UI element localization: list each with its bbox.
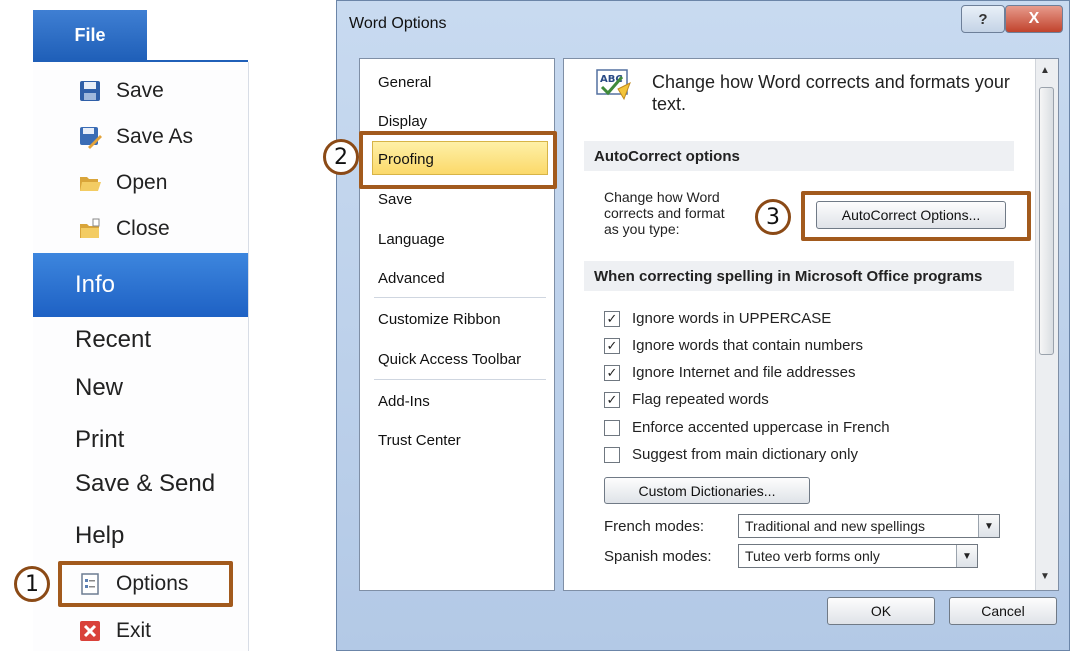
menu-close-label: Close (116, 217, 170, 240)
checkbox-ignore-numbers[interactable]: ✓ Ignore words that contain numbers (604, 337, 863, 354)
chevron-down-icon[interactable]: ▼ (956, 545, 977, 567)
exit-icon (80, 621, 100, 641)
proofing-header-text: Change how Word corrects and formats you… (652, 72, 1010, 114)
menu-open[interactable]: Open (33, 166, 248, 200)
checkbox-label: Ignore words in UPPERCASE (632, 310, 832, 327)
nav-separator (374, 379, 546, 380)
custom-dictionaries-button[interactable]: Custom Dictionaries... (604, 477, 810, 504)
step-3-marker: 3 (755, 199, 791, 235)
spanish-modes-value: Tuteo verb forms only (745, 548, 880, 564)
checkbox-label: Ignore words that contain numbers (632, 337, 863, 354)
scrollbar-thumb[interactable] (1039, 87, 1054, 355)
nav-customize-ribbon[interactable]: Customize Ribbon (378, 311, 501, 328)
checkbox[interactable] (604, 419, 620, 436)
spanish-modes-row: Spanish modes: Tuteo verb forms only ▼ (604, 544, 978, 568)
checkbox-main-dictionary[interactable]: Suggest from main dictionary only (604, 446, 858, 463)
french-modes-select[interactable]: Traditional and new spellings ▼ (738, 514, 1000, 538)
step-3-highlight (801, 191, 1031, 241)
nav-language[interactable]: Language (378, 231, 445, 248)
save-as-icon (80, 127, 102, 149)
word-options-dialog: Word Options ? X General Display Proofin… (323, 0, 1070, 651)
menu-help[interactable]: Help (33, 518, 248, 554)
menu-save-as-label: Save As (116, 125, 194, 148)
autocorrect-description: Change how Word corrects and format as y… (604, 189, 764, 237)
spanish-modes-label: Spanish modes: (604, 547, 712, 565)
checkbox[interactable]: ✓ (604, 391, 620, 408)
autocorrect-description-line: as you type: (604, 221, 680, 237)
nav-save[interactable]: Save (378, 191, 412, 208)
checkbox[interactable]: ✓ (604, 310, 620, 327)
nav-general[interactable]: General (378, 74, 431, 91)
content-scrollbar[interactable]: ▲ ▼ (1035, 59, 1058, 590)
step-1-marker: 1 (14, 566, 50, 602)
menu-recent[interactable]: Recent (33, 322, 248, 358)
nav-add-ins[interactable]: Add-Ins (378, 393, 430, 410)
menu-new[interactable]: New (33, 370, 248, 406)
step-1-highlight (58, 561, 233, 607)
close-folder-icon (80, 218, 100, 238)
nav-quick-access-toolbar[interactable]: Quick Access Toolbar (378, 351, 521, 368)
checkbox[interactable] (604, 446, 620, 463)
checkbox-flag-repeated[interactable]: ✓ Flag repeated words (604, 391, 769, 408)
menu-print[interactable]: Print (33, 422, 248, 458)
scroll-down-arrow-icon[interactable]: ▼ (1040, 571, 1050, 582)
autocorrect-section-heading: AutoCorrect options (584, 141, 1014, 171)
french-modes-value: Traditional and new spellings (745, 518, 926, 534)
help-button[interactable]: ? (961, 5, 1005, 33)
backstage-view: File Save Save As Open Close Info Recent… (0, 0, 290, 651)
menu-info[interactable]: Info (33, 253, 248, 317)
open-folder-icon (80, 177, 101, 191)
proofing-content: ABC Change how Word corrects and formats… (563, 58, 1059, 591)
checkbox-label: Suggest from main dictionary only (632, 446, 858, 463)
checkbox-label: Ignore Internet and file addresses (632, 364, 856, 381)
chevron-down-icon[interactable]: ▼ (978, 515, 999, 537)
spelling-section-heading: When correcting spelling in Microsoft Of… (584, 261, 1014, 291)
french-modes-label: French modes: (604, 517, 705, 535)
ok-button[interactable]: OK (827, 597, 935, 625)
nav-display[interactable]: Display (378, 113, 427, 130)
scroll-up-arrow-icon[interactable]: ▲ (1040, 65, 1050, 76)
spanish-modes-select[interactable]: Tuteo verb forms only ▼ (738, 544, 978, 568)
checkbox-ignore-internet[interactable]: ✓ Ignore Internet and file addresses (604, 364, 855, 381)
menu-save[interactable]: Save (33, 74, 248, 108)
cancel-button[interactable]: Cancel (949, 597, 1057, 625)
menu-save-send[interactable]: Save & Send (33, 466, 248, 502)
step-2-marker: 2 (323, 139, 359, 175)
nav-trust-center[interactable]: Trust Center (378, 432, 461, 449)
checkbox-ignore-uppercase[interactable]: ✓ Ignore words in UPPERCASE (604, 310, 831, 327)
menu-save-label: Save (116, 79, 164, 102)
checkbox[interactable]: ✓ (604, 364, 620, 381)
checkbox-label: Enforce accented uppercase in French (632, 419, 890, 436)
nav-separator (374, 297, 546, 298)
nav-advanced[interactable]: Advanced (378, 270, 445, 287)
save-icon (80, 81, 100, 101)
menu-exit-label: Exit (116, 619, 152, 642)
step-2-highlight (359, 131, 557, 189)
menu-open-label: Open (116, 171, 168, 194)
checkbox-enforce-french[interactable]: Enforce accented uppercase in French (604, 419, 890, 436)
checkbox[interactable]: ✓ (604, 337, 620, 354)
autocorrect-description-line: Change how Word (604, 189, 720, 205)
menu-exit[interactable]: Exit (33, 614, 248, 648)
dialog-title: Word Options (349, 15, 447, 32)
menu-close[interactable]: Close (33, 212, 248, 246)
autocorrect-description-line: corrects and format (604, 205, 725, 221)
abc-spelling-icon: ABC (596, 69, 631, 101)
french-modes-row: French modes: Traditional and new spelli… (604, 514, 1000, 538)
close-button[interactable]: X (1005, 5, 1063, 33)
file-tab[interactable]: File (33, 10, 147, 61)
checkbox-label: Flag repeated words (632, 391, 769, 408)
menu-save-as[interactable]: Save As (33, 120, 248, 154)
